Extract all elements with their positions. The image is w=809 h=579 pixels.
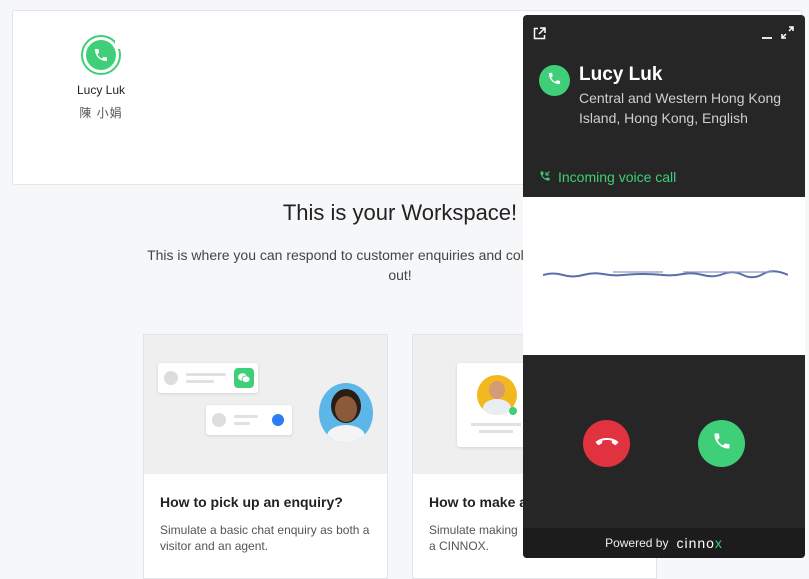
brand-x: x (714, 535, 723, 551)
powered-by-label: Powered by (605, 536, 669, 550)
powered-by-footer: Powered by cinnox (523, 528, 805, 558)
agent-avatar-illustration (319, 383, 373, 443)
caller-avatar (539, 65, 570, 96)
caller-location: Central and Western Hong Kong Island, Ho… (579, 90, 782, 126)
caller-name: Lucy Luk (579, 64, 663, 85)
brand-text: cinno (676, 535, 715, 551)
incoming-call-icon (539, 169, 558, 185)
accept-call-button[interactable] (698, 420, 745, 467)
incoming-call-widget: Lucy Luk Central and Western Hong Kong I… (523, 15, 805, 558)
call-actions (523, 355, 805, 528)
call-status: Incoming voice call (539, 169, 676, 185)
caller-sub-name: 陳 小娟 (79, 106, 123, 120)
guide-description: Simulate a basic chat enquiry as both a … (160, 523, 370, 553)
minimize-icon[interactable] (761, 27, 773, 45)
caller-avatar[interactable] (81, 35, 123, 75)
expand-icon[interactable] (781, 26, 794, 44)
phone-icon (86, 40, 116, 70)
decline-call-button[interactable] (583, 420, 630, 467)
wechat-icon (234, 368, 254, 388)
call-status-label: Incoming voice call (558, 169, 677, 185)
popout-icon[interactable] (533, 27, 546, 45)
guide-title: How to pick up an enquiry? (160, 494, 343, 510)
phone-hangup-icon (595, 435, 619, 453)
messenger-icon (272, 414, 284, 426)
call-widget-header: Lucy Luk Central and Western Hong Kong I… (523, 15, 805, 197)
phone-icon (712, 431, 732, 456)
phone-icon (547, 71, 562, 91)
caller-name: Lucy Luk (76, 83, 126, 97)
obscured-text-graphic (543, 270, 788, 279)
cinnox-logo: cinnox (676, 535, 722, 551)
call-preview-area (523, 197, 805, 355)
guide-illustration (144, 335, 387, 474)
guide-description: Simulate making a CINNOX. (429, 523, 518, 553)
guide-card-pick-up-enquiry[interactable]: How to pick up an enquiry? Simulate a ba… (143, 334, 388, 579)
caller-tile[interactable]: Lucy Luk 陳 小娟 (61, 35, 141, 121)
